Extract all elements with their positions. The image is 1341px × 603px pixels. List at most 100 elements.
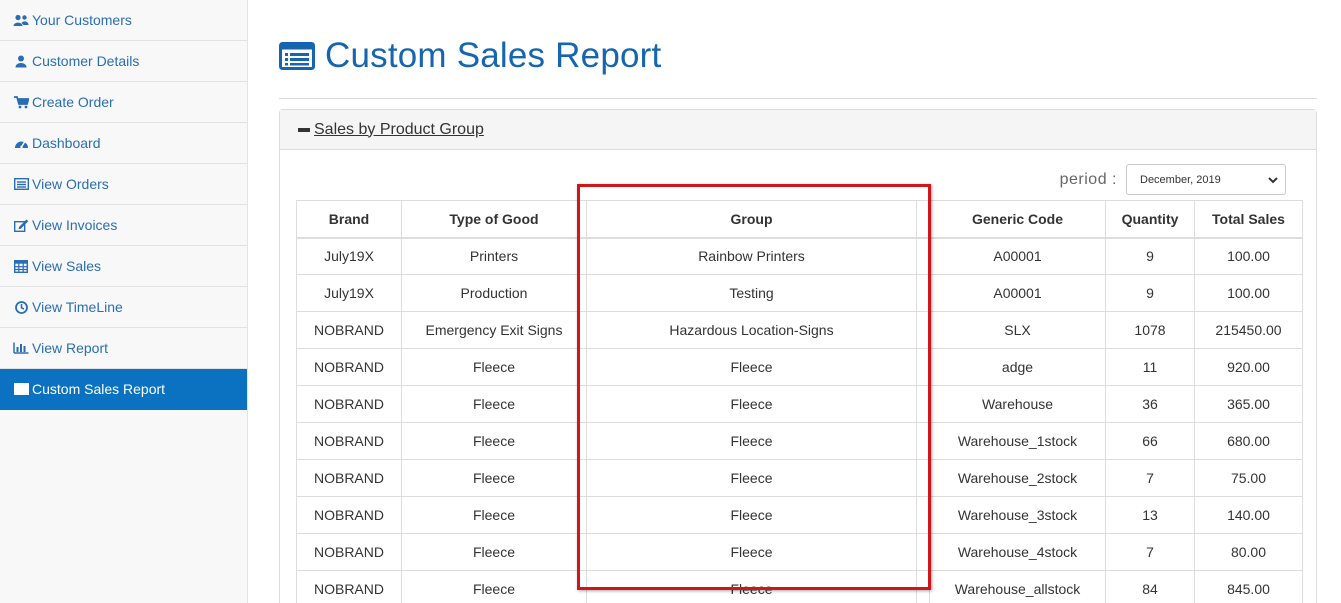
cell-generic-code: SLX — [929, 311, 1106, 349]
cell-group: Fleece — [586, 422, 917, 460]
table-row: NOBRAND Fleece Fleece Warehouse_4stock 7… — [296, 533, 1303, 571]
cell-brand: NOBRAND — [296, 385, 402, 423]
sidebar-item-view-invoices[interactable]: View Invoices — [0, 205, 247, 246]
cell-type-of-good: Fleece — [401, 570, 587, 603]
column-header-quantity[interactable]: Quantity — [1105, 200, 1195, 239]
dashboard-icon — [13, 136, 29, 150]
cell-generic-code: Warehouse_4stock — [929, 533, 1106, 571]
cell-type-of-good: Fleece — [401, 385, 587, 423]
cell-type-of-good: Printers — [401, 237, 587, 275]
cell-brand: NOBRAND — [296, 311, 402, 349]
cell-type-of-good: Fleece — [401, 533, 587, 571]
table-row: NOBRAND Fleece Fleece adge 11 920.00 — [296, 348, 1303, 386]
cell-group: Fleece — [586, 570, 917, 603]
cell-total-sales: 215450.00 — [1194, 311, 1303, 349]
cell-total-sales: 680.00 — [1194, 422, 1303, 460]
list-icon — [13, 177, 29, 191]
sidebar-item-view-sales[interactable]: View Sales — [0, 246, 247, 287]
cell-blank — [916, 274, 930, 312]
cell-generic-code: Warehouse_2stock — [929, 459, 1106, 497]
cell-total-sales: 365.00 — [1194, 385, 1303, 423]
cell-type-of-good: Fleece — [401, 348, 587, 386]
sidebar-item-dashboard[interactable]: Dashboard — [0, 123, 247, 164]
column-header-generic-code[interactable]: Generic Code — [929, 200, 1106, 239]
sidebar-item-label: Dashboard — [32, 135, 101, 151]
minus-icon[interactable] — [298, 127, 310, 132]
cell-group: Fleece — [586, 385, 917, 423]
cell-blank — [916, 496, 930, 534]
column-header-group[interactable]: Group — [586, 200, 917, 239]
cell-quantity: 84 — [1105, 570, 1195, 603]
cell-quantity: 13 — [1105, 496, 1195, 534]
cell-type-of-good: Fleece — [401, 496, 587, 534]
cell-generic-code: Warehouse_1stock — [929, 422, 1106, 460]
column-header-total-sales[interactable]: Total Sales — [1194, 200, 1303, 239]
column-header-brand[interactable]: Brand — [296, 200, 402, 239]
sidebar-item-customer-details[interactable]: Customer Details — [0, 41, 247, 82]
sidebar-item-custom-sales-report[interactable]: Custom Sales Report — [0, 369, 247, 410]
cell-generic-code: A00001 — [929, 237, 1106, 275]
sidebar-item-view-timeline[interactable]: View TimeLine — [0, 287, 247, 328]
cell-total-sales: 845.00 — [1194, 570, 1303, 603]
sidebar-item-your-customers[interactable]: Your Customers — [0, 0, 247, 41]
cell-group: Fleece — [586, 533, 917, 571]
cell-group: Fleece — [586, 459, 917, 497]
table-header-row: Brand Type of Good Group Generic Code Qu… — [296, 200, 1303, 239]
cell-generic-code: A00001 — [929, 274, 1106, 312]
sidebar-item-create-order[interactable]: Create Order — [0, 82, 247, 123]
cell-quantity: 7 — [1105, 533, 1195, 571]
table-row: NOBRAND Fleece Fleece Warehouse_1stock 6… — [296, 422, 1303, 460]
sidebar-item-label: Create Order — [32, 94, 114, 110]
cell-group: Fleece — [586, 496, 917, 534]
cell-brand: NOBRAND — [296, 533, 402, 571]
cell-quantity: 9 — [1105, 274, 1195, 312]
column-header-blank — [916, 200, 930, 239]
list-icon — [279, 42, 315, 70]
sidebar-item-label: View Sales — [32, 258, 102, 274]
cell-total-sales: 100.00 — [1194, 274, 1303, 312]
users-icon — [13, 13, 29, 27]
cell-type-of-good: Emergency Exit Signs — [401, 311, 587, 349]
panel-header[interactable]: Sales by Product Group — [280, 110, 1316, 150]
sidebar-item-label: View Orders — [32, 176, 109, 192]
sidebar-item-label: View Report — [32, 340, 109, 356]
column-header-type-of-good[interactable]: Type of Good — [401, 200, 587, 239]
divider — [279, 98, 1317, 99]
clock-icon — [13, 300, 29, 314]
edit-icon — [13, 218, 29, 232]
sidebar-item-label: View TimeLine — [32, 299, 123, 315]
table-icon — [13, 259, 29, 273]
cell-blank — [916, 237, 930, 275]
cell-type-of-good: Production — [401, 274, 587, 312]
cell-group: Testing — [586, 274, 917, 312]
cell-brand: NOBRAND — [296, 348, 402, 386]
table-row: July19X Production Testing A00001 9 100.… — [296, 274, 1303, 312]
sales-table: Brand Type of Good Group Generic Code Qu… — [296, 200, 1303, 603]
sidebar-item-view-report[interactable]: View Report — [0, 328, 247, 369]
cell-group: Rainbow Printers — [586, 237, 917, 275]
period-select[interactable]: December, 2019 — [1126, 164, 1286, 195]
user-icon — [13, 54, 29, 68]
period-label: period : — [1059, 170, 1117, 188]
panel-title-link[interactable]: Sales by Product Group — [314, 121, 484, 139]
cell-quantity: 1078 — [1105, 311, 1195, 349]
sales-by-product-group-panel: Sales by Product Group period : December… — [279, 109, 1317, 603]
cell-type-of-good: Fleece — [401, 459, 587, 497]
table-row: NOBRAND Fleece Fleece Warehouse_allstock… — [296, 570, 1303, 603]
cell-brand: NOBRAND — [296, 570, 402, 603]
cell-quantity: 7 — [1105, 459, 1195, 497]
sidebar-item-label: View Invoices — [32, 217, 118, 233]
cell-group: Fleece — [586, 348, 917, 386]
sidebar-item-label: Custom Sales Report — [32, 381, 166, 397]
cell-blank — [916, 422, 930, 460]
cell-group: Hazardous Location-Signs — [586, 311, 917, 349]
cell-brand: July19X — [296, 274, 402, 312]
sidebar-item-view-orders[interactable]: View Orders — [0, 164, 247, 205]
cell-blank — [916, 459, 930, 497]
cell-quantity: 66 — [1105, 422, 1195, 460]
cell-generic-code: adge — [929, 348, 1106, 386]
chevron-down-icon — [1267, 174, 1279, 186]
cell-blank — [916, 311, 930, 349]
cell-total-sales: 75.00 — [1194, 459, 1303, 497]
cell-generic-code: Warehouse — [929, 385, 1106, 423]
